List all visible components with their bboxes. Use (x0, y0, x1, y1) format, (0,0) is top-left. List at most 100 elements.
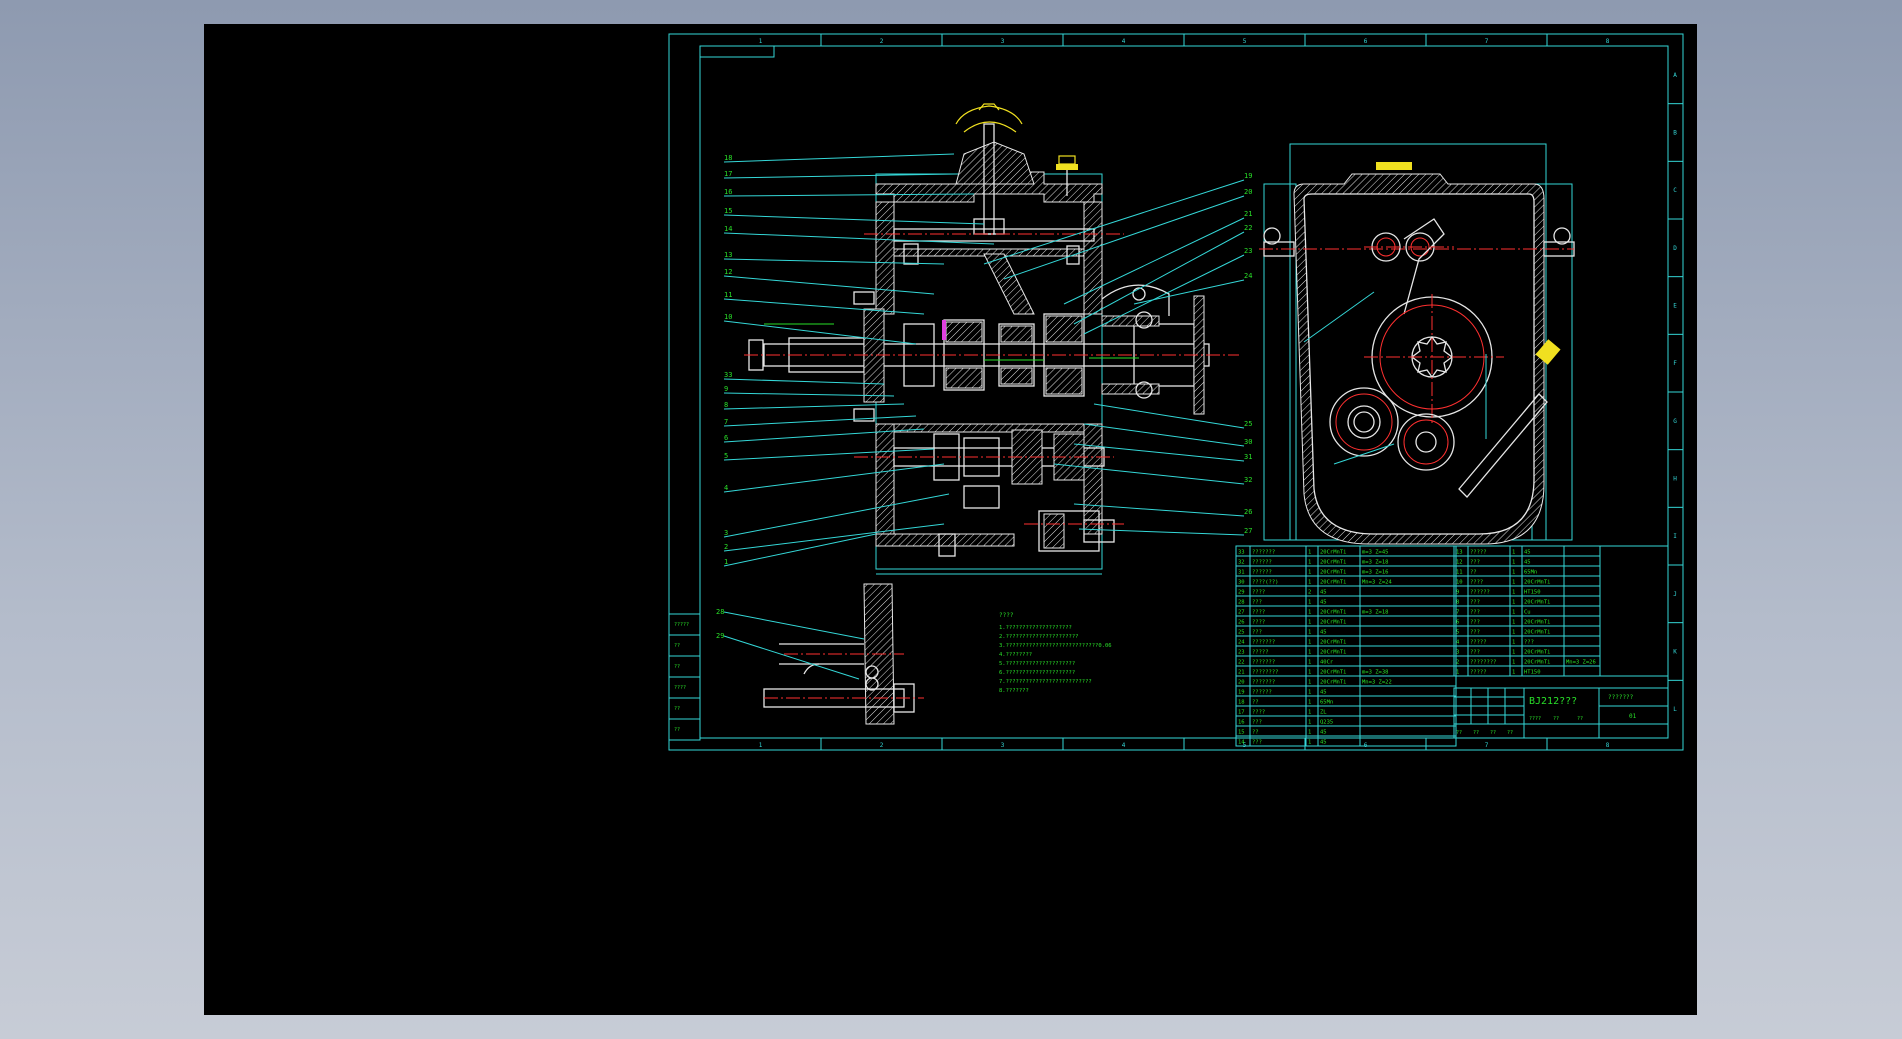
parts-cell: ???? (1252, 590, 1265, 596)
parts-cell: 20CrMnTi (1320, 650, 1347, 656)
balloon-right: 24 (1244, 272, 1252, 280)
parts-cell: 20CrMnTi (1320, 580, 1347, 586)
zone-col-bottom: 4 (1122, 742, 1126, 749)
detail-view (723, 583, 924, 725)
zone-row: B (1673, 130, 1677, 137)
revision-cell: ?? (674, 727, 680, 733)
parts-cell: 24 (1238, 640, 1245, 646)
parts-cell: 20CrMnTi (1524, 600, 1551, 606)
parts-cell: 31 (1238, 570, 1245, 576)
parts-cell: ?????? (1252, 560, 1272, 566)
balloon-right: 31 (1244, 453, 1252, 461)
parts-cell: 1 (1308, 610, 1311, 616)
parts-cell: 1 (1512, 650, 1515, 656)
balloon-left: 17 (724, 170, 732, 178)
parts-cell: Cu (1524, 610, 1531, 616)
parts-cell: 9 (1456, 590, 1459, 596)
zone-columns-top: 1 2 3 4 5 6 7 8 (759, 34, 1610, 46)
parts-cell: 1 (1308, 570, 1311, 576)
parts-cell: 23 (1238, 650, 1245, 656)
zone-col-top: 7 (1485, 38, 1489, 45)
parts-cell: 2 (1308, 590, 1311, 596)
parts-cell: ???????? (1252, 670, 1279, 676)
parts-cell: 45 (1320, 730, 1327, 736)
parts-cell: 20CrMnTi (1320, 620, 1347, 626)
scale-cell: ?? (1553, 716, 1559, 722)
balloon-left: 14 (724, 225, 732, 233)
parts-cell: m=3 Z=38 (1362, 670, 1389, 676)
parts-cell: 20CrMnTi (1320, 570, 1347, 576)
parts-cell: 25 (1238, 630, 1245, 636)
parts-cell: 1 (1308, 560, 1311, 566)
parts-cell: 20CrMnTi (1320, 560, 1347, 566)
designer-cell: ?? (1456, 730, 1462, 736)
parts-cell: 1 (1512, 630, 1515, 636)
revision-cell: ????? (674, 622, 689, 628)
parts-cell: ??? (1470, 650, 1480, 656)
parts-cell: 20CrMnTi (1524, 650, 1551, 656)
parts-cell: 3 (1456, 650, 1459, 656)
zone-col-top: 2 (880, 38, 884, 45)
school-name: ??????? (1608, 694, 1634, 701)
parts-cell: m=3 Z=45 (1362, 550, 1389, 556)
zone-row: J (1673, 591, 1677, 598)
parts-cell: ?????? (1252, 570, 1272, 576)
revision-cell: ?? (674, 664, 680, 670)
cad-viewport[interactable]: 12345678 12345678 ABCDEFGHIJKL ?????????… (204, 24, 1697, 1015)
zone-rows-right: A B C D E F G H I J K L (1668, 72, 1683, 713)
parts-cell: 33 (1238, 550, 1245, 556)
parts-list: 33??????? 1 20CrMnTi m=3 Z=45 3 2?????? 1 20CrM… (1235, 545, 1669, 747)
parts-cell: 2 (1456, 660, 1459, 666)
parts-cell: 45 (1320, 740, 1327, 746)
parts-cell: ???? (1252, 710, 1265, 716)
revision-cell: ?? (674, 706, 680, 712)
designer-cell: ?? (1507, 730, 1513, 736)
parts-cell: 1 (1512, 610, 1515, 616)
parts-cell: 20 (1238, 680, 1245, 686)
zone-row: K (1673, 649, 1677, 656)
parts-cell: ??? (1470, 620, 1480, 626)
parts-cell: ??????? (1252, 550, 1275, 556)
parts-cell: 1 (1512, 620, 1515, 626)
zone-col-bottom: 2 (880, 742, 884, 749)
zone-col-top: 1 (759, 38, 763, 45)
parts-cell: ????? (1470, 670, 1487, 676)
parts-cell: 10 (1456, 580, 1463, 586)
balloon-right: 20 (1244, 188, 1252, 196)
parts-cell: 27 (1238, 610, 1245, 616)
balloon-left: 10 (724, 313, 732, 321)
parts-cell: HT150 (1524, 590, 1541, 596)
scale-cell: ?? (1577, 716, 1583, 722)
parts-cell: 40Cr (1320, 660, 1334, 666)
zone-col-bottom: 3 (1001, 742, 1005, 749)
parts-cell: ??? (1470, 630, 1480, 636)
parts-cell: 26 (1238, 620, 1245, 626)
parts-cell: 1 (1308, 640, 1311, 646)
tech-requirement-line: 8.??????? (999, 688, 1029, 694)
parts-cell: 7 (1456, 610, 1459, 616)
parts-cell: ????? (1470, 640, 1487, 646)
tech-requirement-line: 6.????????????????????? (999, 670, 1075, 676)
parts-cell: 1 (1512, 600, 1515, 606)
balloon-left: 9 (724, 385, 728, 393)
balloon-left: 33 (724, 371, 732, 379)
parts-cell: 1 (1456, 670, 1459, 676)
zone-row: E (1673, 303, 1677, 310)
revision-strip: ????????????????? (668, 613, 701, 741)
parts-cell: 1 (1512, 670, 1515, 676)
zone-row: C (1673, 187, 1677, 194)
balloon-left: 3 (724, 529, 728, 537)
parts-cell: ????(??) (1252, 580, 1279, 586)
parts-cell: ??????? (1252, 640, 1275, 646)
balloon-left: 7 (724, 418, 728, 426)
parts-cell: Q235 (1320, 720, 1333, 726)
side-view (1259, 143, 1575, 545)
parts-cell: m=3 Z=16 (1362, 570, 1389, 576)
parts-cell: Mn=3 Z=26 (1566, 660, 1596, 666)
designer-cell: ?? (1473, 730, 1479, 736)
parts-cell: HT150 (1524, 670, 1541, 676)
parts-cell: 1 (1308, 710, 1311, 716)
balloon-left: 16 (724, 188, 732, 196)
parts-cell: ??????? (1252, 660, 1275, 666)
revision-cell: ?? (674, 643, 680, 649)
